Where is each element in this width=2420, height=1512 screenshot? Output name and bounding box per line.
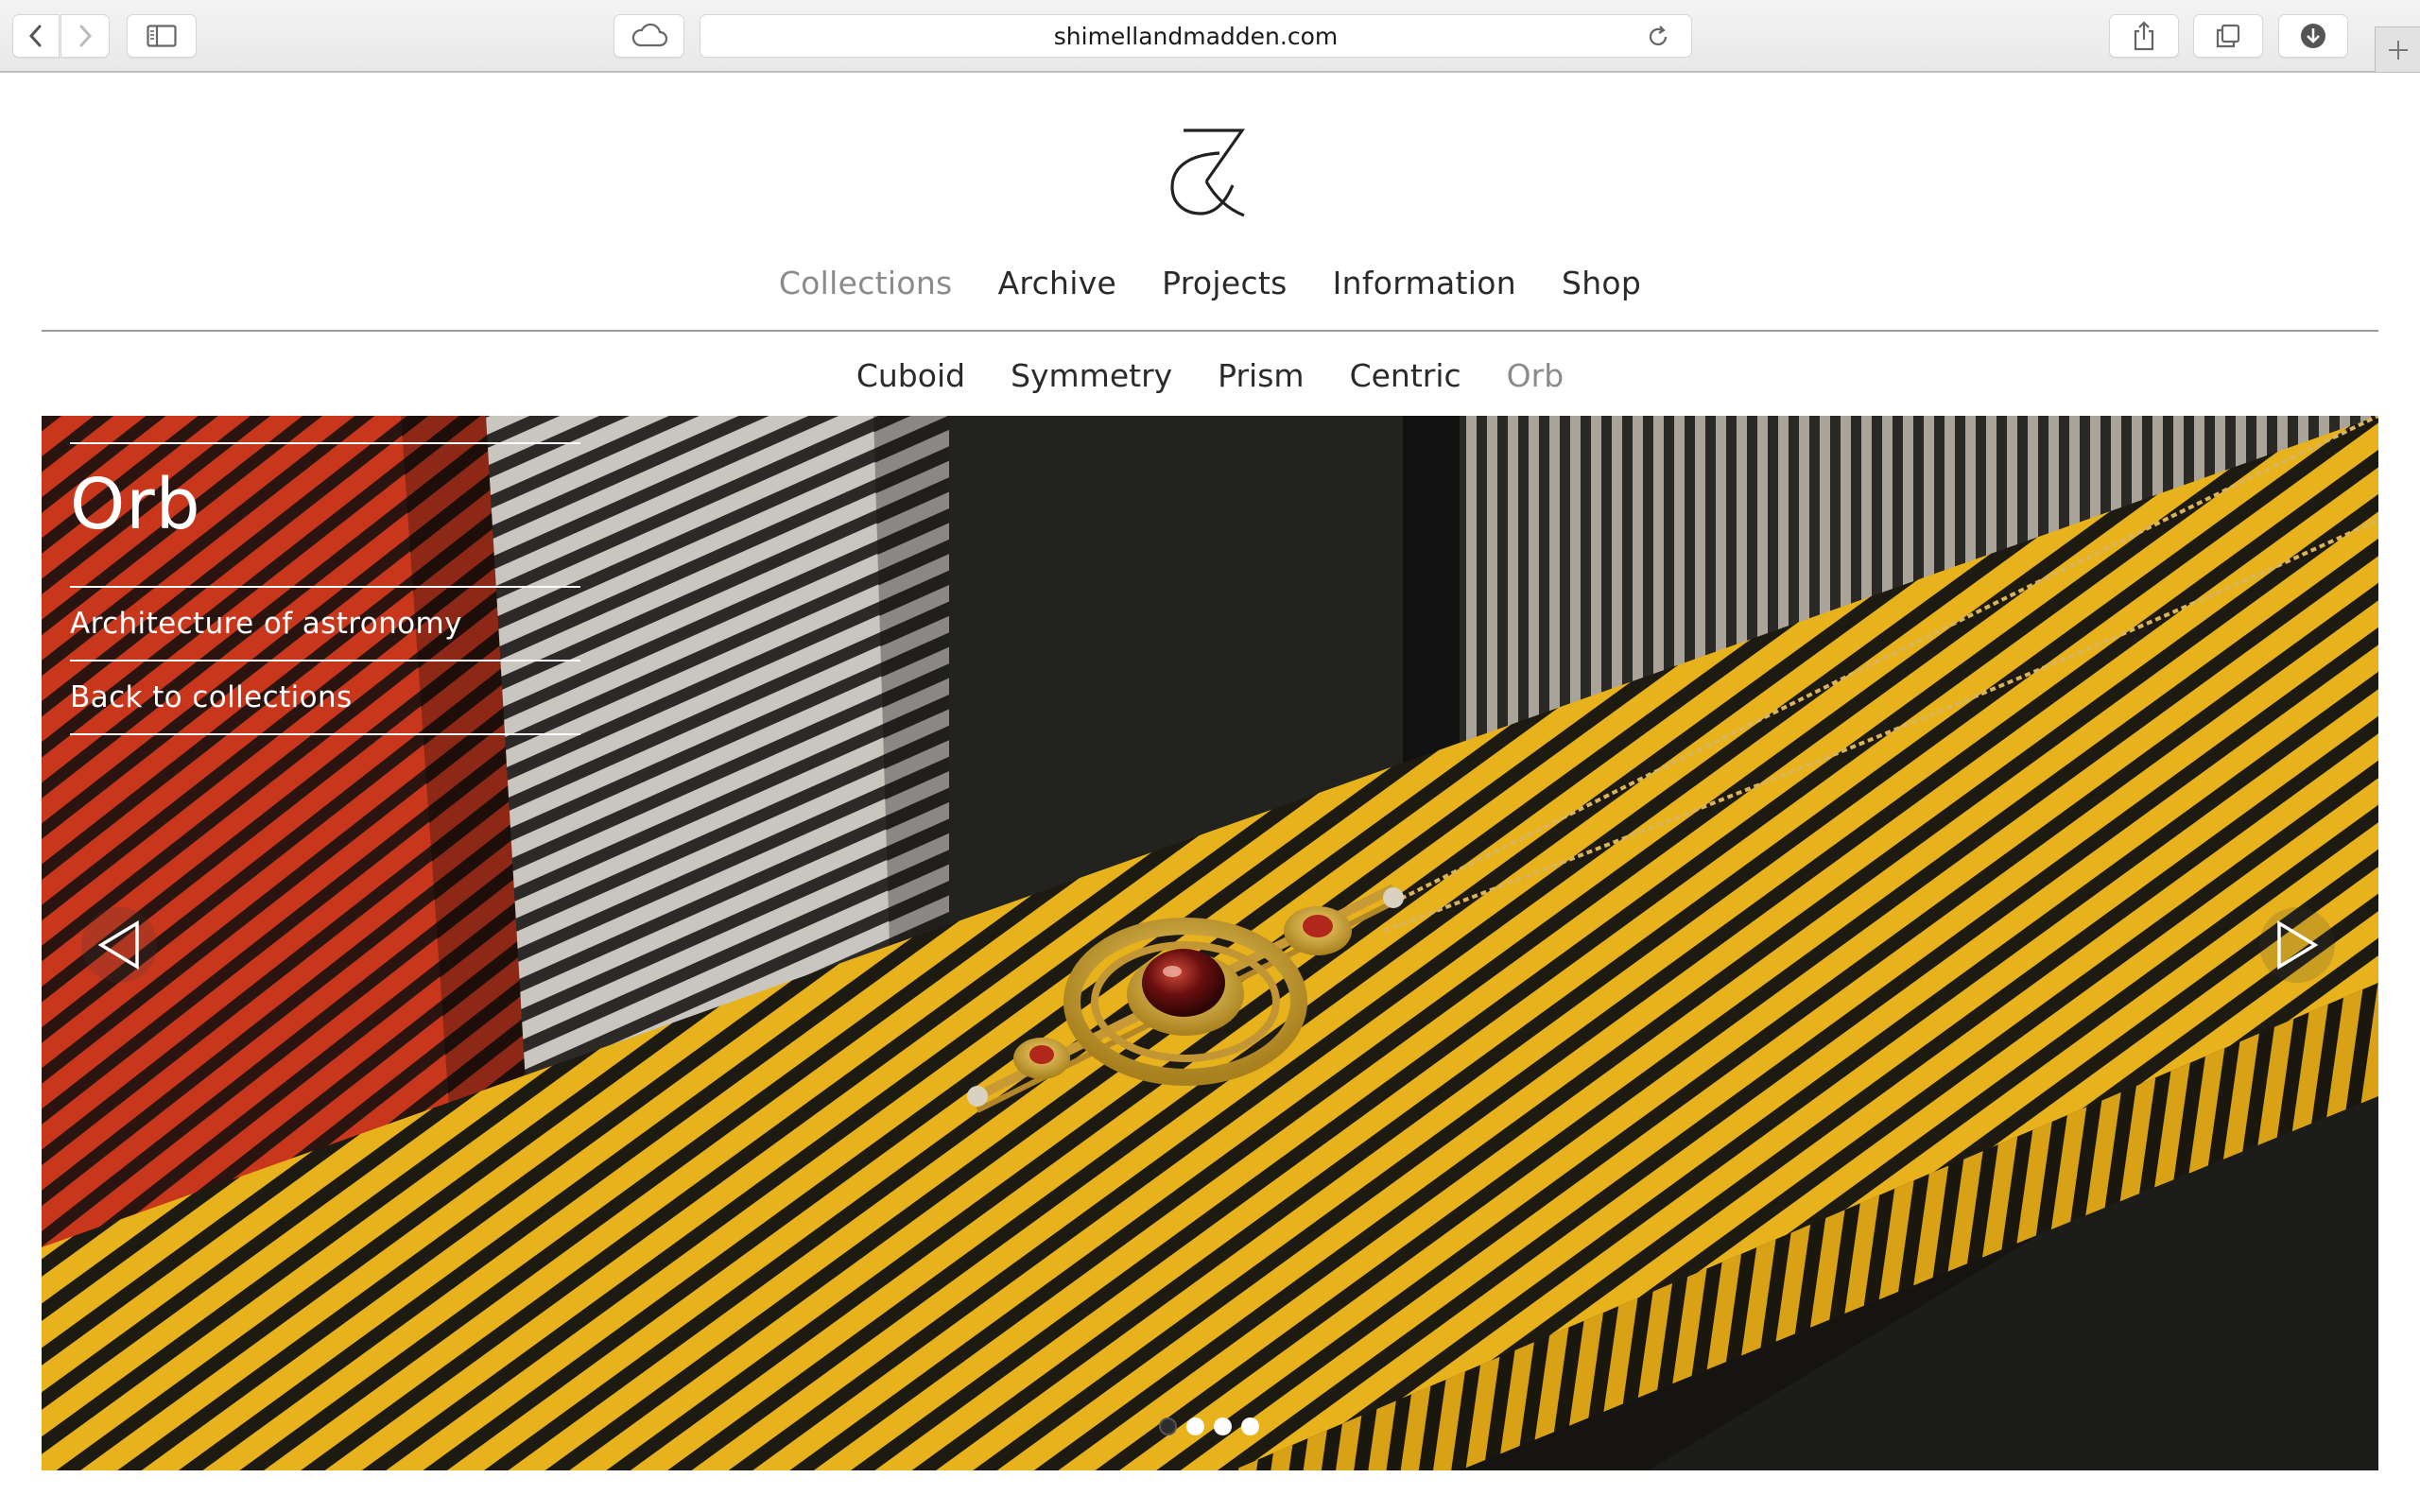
new-tab-button[interactable] xyxy=(2375,26,2420,72)
main-nav: Collections Archive Projects Information… xyxy=(0,257,2420,310)
collection-subtitle: Architecture of astronomy xyxy=(70,607,462,641)
next-slide-button[interactable] xyxy=(2259,907,2335,983)
subnav-centric[interactable]: Centric xyxy=(1350,350,1461,403)
back-to-collections-link[interactable]: Back to collections xyxy=(70,662,580,733)
nav-shop[interactable]: Shop xyxy=(1562,257,1641,310)
sidebar-button[interactable] xyxy=(127,14,197,58)
icloud-icon xyxy=(631,24,667,47)
prev-arrow-icon xyxy=(97,919,139,971)
slide-dot-1[interactable] xyxy=(1159,1418,1177,1435)
subnav-orb[interactable]: Orb xyxy=(1507,350,1564,403)
slide-dot-2[interactable] xyxy=(1186,1418,1204,1435)
downloads-button[interactable] xyxy=(2278,14,2348,58)
show-tabs-button[interactable] xyxy=(2193,14,2263,58)
slide-dot-4[interactable] xyxy=(1241,1418,1259,1435)
subnav-symmetry[interactable]: Symmetry xyxy=(1011,350,1172,403)
nav-projects[interactable]: Projects xyxy=(1162,257,1288,310)
icloud-tabs-button[interactable] xyxy=(614,14,684,58)
hero-slideshow: Orb Architecture of astronomy Back to co… xyxy=(42,416,2378,1470)
url-text: shimellandmadden.com xyxy=(1053,22,1339,50)
next-arrow-icon xyxy=(2277,919,2319,971)
subnav-cuboid[interactable]: Cuboid xyxy=(856,350,965,403)
reload-icon[interactable] xyxy=(1646,25,1670,49)
subnav-prism[interactable]: Prism xyxy=(1218,350,1304,403)
browser-toolbar: shimellandmadden.com xyxy=(0,0,2420,73)
share-button[interactable] xyxy=(2109,14,2179,58)
address-bar[interactable]: shimellandmadden.com xyxy=(700,14,1692,58)
logo-ampersand[interactable] xyxy=(1168,127,1248,217)
collections-subnav: Cuboid Symmetry Prism Centric Orb xyxy=(0,350,2420,403)
back-button[interactable] xyxy=(12,14,60,58)
forward-icon xyxy=(79,25,93,47)
download-icon xyxy=(2301,24,2325,48)
slide-pagination xyxy=(1159,1418,1259,1435)
slide-dot-3[interactable] xyxy=(1214,1418,1232,1435)
sidebar-icon xyxy=(147,25,177,47)
nav-information[interactable]: Information xyxy=(1333,257,1516,310)
nav-collections[interactable]: Collections xyxy=(779,257,953,310)
back-icon xyxy=(28,25,42,47)
tabs-icon xyxy=(2216,24,2240,48)
new-tab-icon xyxy=(2388,40,2408,60)
forward-button[interactable] xyxy=(60,14,110,58)
overlay-rule-3 xyxy=(70,733,580,735)
collection-title: Orb xyxy=(70,464,201,545)
collection-info-panel: Orb Architecture of astronomy Back to co… xyxy=(70,442,580,735)
share-icon xyxy=(2134,21,2154,51)
nav-divider xyxy=(42,330,2378,332)
nav-archive[interactable]: Archive xyxy=(998,257,1117,310)
previous-slide-button[interactable] xyxy=(81,907,157,983)
